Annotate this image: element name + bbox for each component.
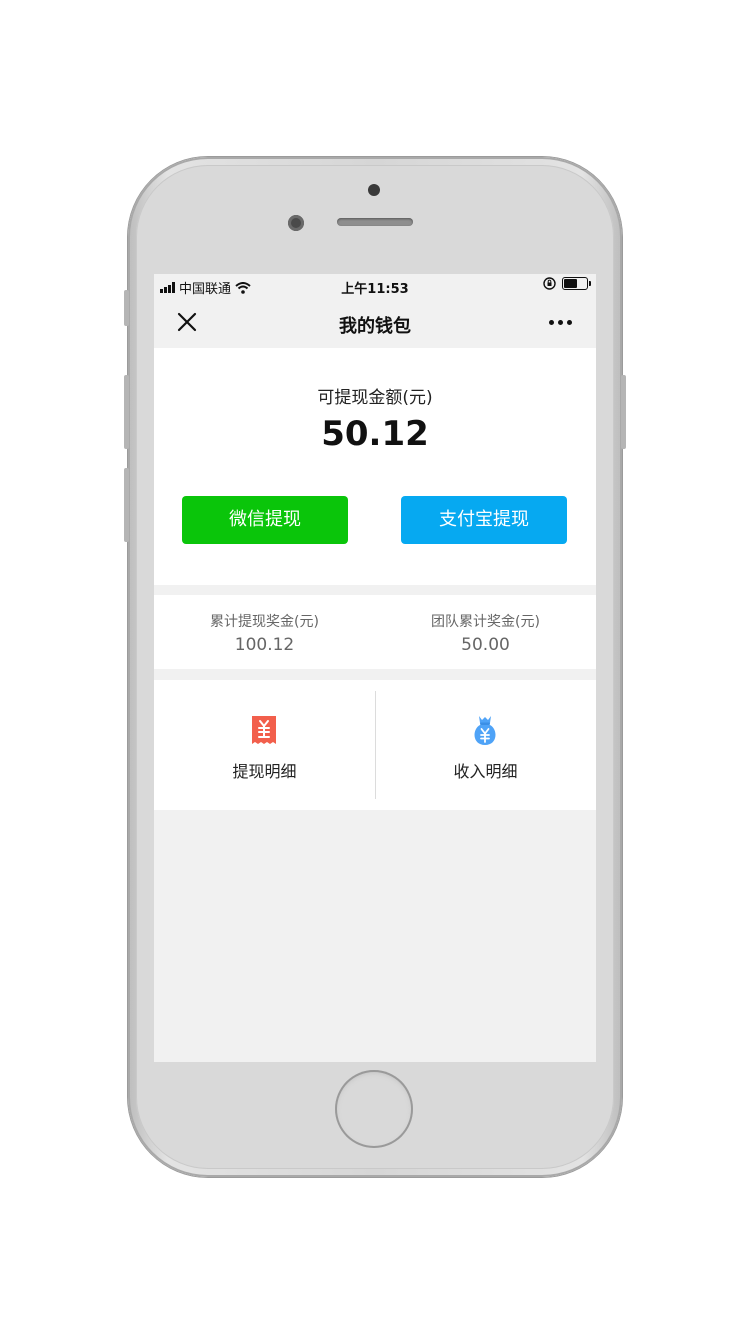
status-bar: 中国联通 上午11:53 (154, 274, 596, 298)
nav-bar: 我的钱包 (154, 298, 596, 348)
stat-label: 团队累计奖金(元) (431, 614, 540, 630)
earpiece-speaker (337, 218, 413, 226)
stat-total-withdraw: 累计提现奖金(元) 100.12 (154, 611, 375, 655)
stat-team-bonus: 团队累计奖金(元) 50.00 (375, 611, 596, 655)
front-camera (288, 215, 304, 231)
stats-card: 累计提现奖金(元) 100.12 团队累计奖金(元) 50.00 (154, 595, 596, 669)
balance-card: 可提现金额(元) 50.12 微信提现 支付宝提现 (154, 348, 596, 585)
withdraw-record-label: 提现明细 (232, 762, 297, 781)
mute-switch (124, 290, 129, 326)
income-record-entry[interactable]: 收入明细 (375, 680, 596, 810)
money-bag-icon (474, 716, 496, 745)
stat-value: 100.12 (234, 635, 295, 655)
power-button (621, 375, 626, 449)
income-record-label: 收入明细 (453, 762, 518, 781)
battery-icon (562, 277, 591, 290)
alipay-withdraw-button[interactable]: 支付宝提现 (401, 496, 567, 544)
phone-screen: 中国联通 上午11:53 我的钱包 可提现金额(元) 50.12 微信提现 支付… (154, 274, 596, 1062)
wechat-withdraw-button[interactable]: 微信提现 (182, 496, 348, 544)
rotation-lock-icon (543, 277, 556, 290)
status-time: 上午11:53 (341, 282, 409, 297)
balance-label: 可提现金额(元) (317, 388, 433, 408)
stat-value: 50.00 (461, 635, 510, 655)
status-right (543, 277, 591, 290)
withdraw-record-icon (252, 716, 276, 744)
home-button[interactable] (335, 1070, 413, 1148)
withdraw-record-entry[interactable]: 提现明细 (154, 680, 375, 810)
balance-amount: 50.12 (321, 414, 429, 454)
more-icon[interactable] (549, 320, 572, 325)
volume-down-button (124, 468, 129, 542)
page-title: 我的钱包 (339, 316, 411, 337)
proximity-sensor (368, 184, 380, 196)
stat-label: 累计提现奖金(元) (210, 614, 319, 630)
volume-up-button (124, 375, 129, 449)
menu-card: 提现明细 收入明细 (154, 680, 596, 810)
